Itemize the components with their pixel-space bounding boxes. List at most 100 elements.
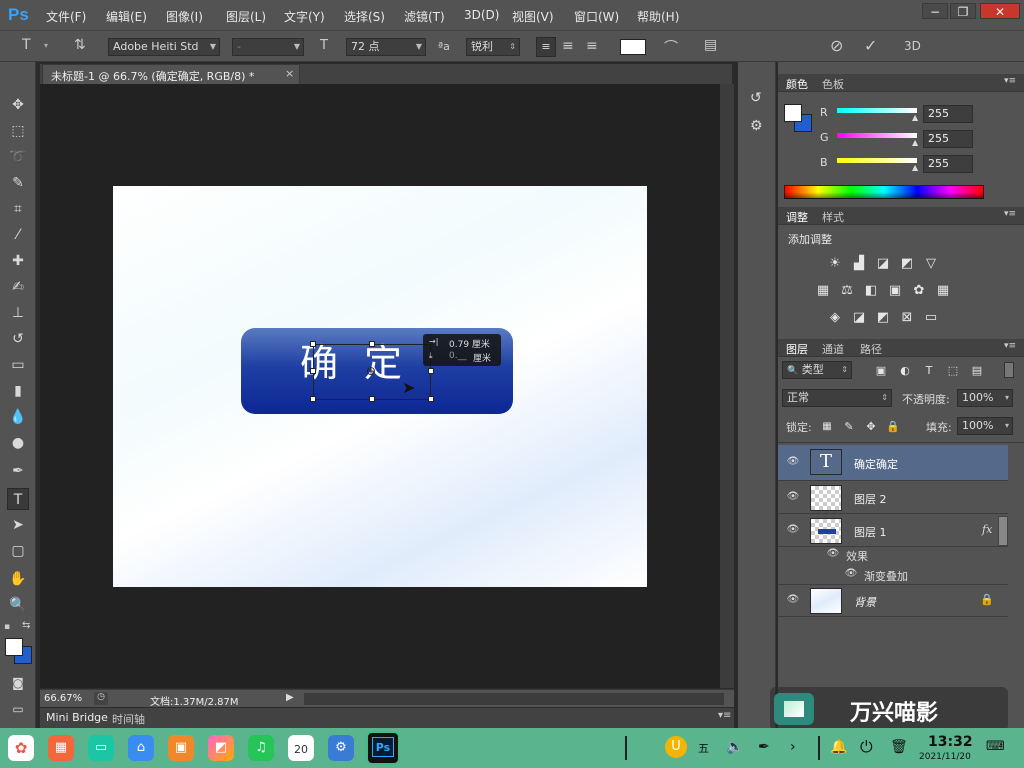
layer-row-text[interactable]: 👁 T 确定确定 (778, 445, 1008, 481)
tab-layers[interactable]: 图层 (786, 341, 808, 357)
power-icon[interactable]: ⏻ (860, 737, 873, 757)
red-value-field[interactable]: 255 (923, 105, 973, 123)
menu-edit[interactable]: 编辑(E) (106, 8, 147, 25)
music-app-icon[interactable]: ♫ (248, 735, 274, 761)
menu-layer[interactable]: 图层(L) (226, 8, 266, 25)
layer-row-empty[interactable]: 👁 图层 2 (778, 482, 1008, 514)
lock-all-icon[interactable]: 🔒 (884, 419, 902, 435)
posterize-icon[interactable]: ◪ (850, 310, 868, 326)
channel-mixer-icon[interactable]: ✿ (910, 283, 928, 299)
dodge-tool-icon[interactable]: ● (7, 432, 29, 454)
screen-mode-icon[interactable]: ▭ (7, 698, 29, 720)
layers-panel-menu-icon[interactable]: ▾≡ (1004, 341, 1016, 351)
filter-type-icon[interactable]: T (920, 363, 938, 379)
selective-color-icon[interactable]: ⊠ (898, 310, 916, 326)
history-icon[interactable]: ↺ (750, 90, 762, 106)
menu-type[interactable]: 文字(Y) (284, 8, 325, 25)
photo-filter-icon[interactable]: ▣ (886, 283, 904, 299)
gradient-overlay-row[interactable]: 👁 渐变叠加 (778, 565, 1008, 585)
layers-scrollbar-thumb[interactable] (998, 516, 1008, 546)
menu-window[interactable]: 窗口(W) (574, 8, 619, 25)
brightness-contrast-icon[interactable]: ☀ (826, 256, 844, 272)
tab-mini-bridge[interactable]: Mini Bridge (46, 711, 108, 724)
pen-icon[interactable]: ✒ (758, 739, 770, 755)
notifications-icon[interactable]: 🔔 (830, 739, 847, 755)
layer-row-background[interactable]: 👁 背景 🔒 (778, 585, 1008, 617)
color-panel-foreground-swatch[interactable] (784, 104, 802, 122)
green-slider-thumb-icon[interactable]: ▲ (912, 138, 918, 147)
red-slider[interactable] (837, 108, 917, 113)
handle-bottom-left[interactable] (310, 396, 316, 402)
actions-icon[interactable]: ⚙ (750, 118, 763, 134)
levels-icon[interactable]: ▟ (850, 256, 868, 272)
clock-time[interactable]: 13:32 (928, 734, 973, 750)
pen-tool-icon[interactable]: ✒ (7, 460, 29, 482)
hand-tool-icon[interactable]: ✋ (7, 568, 29, 590)
visibility-eye-icon[interactable]: 👁 (786, 524, 800, 535)
file-manager-icon[interactable]: ▭ (88, 735, 114, 761)
zoom-tool-icon[interactable]: 🔍 (7, 594, 29, 616)
hue-saturation-icon[interactable]: ▦ (814, 283, 832, 299)
healing-brush-tool-icon[interactable]: ✚ (7, 250, 29, 272)
menu-image[interactable]: 图像(I) (166, 8, 203, 25)
status-info-icon[interactable]: ◷ (94, 692, 108, 705)
adjustments-panel-menu-icon[interactable]: ▾≡ (1004, 209, 1016, 219)
green-slider[interactable] (837, 133, 917, 138)
ime-mode-indicator[interactable]: 五 (698, 740, 709, 756)
blue-value-field[interactable]: 255 (923, 155, 973, 173)
effect-eye-icon[interactable]: 👁 (844, 568, 858, 579)
blue-slider-thumb-icon[interactable]: ▲ (912, 163, 918, 172)
vertical-scrollbar[interactable] (720, 84, 734, 688)
exposure-icon[interactable]: ◩ (898, 256, 916, 272)
brush-tool-icon[interactable]: ✍ (7, 276, 29, 298)
marquee-tool-icon[interactable]: ⬚ (7, 120, 29, 142)
app-store-icon[interactable]: ⌂ (128, 735, 154, 761)
text-color-swatch[interactable] (620, 39, 646, 55)
ime-logo-icon[interactable]: U (665, 736, 687, 758)
layer-filter-select[interactable]: 🔍 类型 ⇕ (782, 361, 852, 379)
type-tool-preset-icon[interactable]: T (22, 37, 31, 53)
tab-paths[interactable]: 路径 (860, 341, 882, 357)
filter-toggle[interactable] (1004, 362, 1014, 378)
gradient-map-icon[interactable]: ▭ (922, 310, 940, 326)
green-value-field[interactable]: 255 (923, 130, 973, 148)
shopping-app-icon[interactable]: ▣ (168, 735, 194, 761)
lasso-tool-icon[interactable]: ➰ (7, 146, 29, 168)
handle-top-middle[interactable] (369, 341, 375, 347)
tab-timeline[interactable]: 时间轴 (112, 711, 145, 727)
status-menu-arrow-icon[interactable]: ▶ (286, 692, 294, 703)
trash-icon[interactable]: 🗑 (890, 739, 908, 755)
panel-menu-icon[interactable]: ▾≡ (718, 710, 731, 721)
tab-adjustments[interactable]: 调整 (786, 209, 808, 225)
font-style-select[interactable]: - ▼ (232, 38, 304, 56)
quick-mask-icon[interactable]: ◙ (7, 672, 29, 694)
handle-middle-left[interactable] (310, 368, 316, 374)
blur-tool-icon[interactable]: 💧 (7, 406, 29, 428)
commit-icon[interactable]: ✓ (864, 36, 877, 55)
clone-stamp-tool-icon[interactable]: ⊥ (7, 302, 29, 324)
font-size-select[interactable]: 72 点 ▼ (346, 38, 426, 56)
lock-transparent-icon[interactable]: ▦ (818, 419, 836, 435)
menu-file[interactable]: 文件(F) (46, 8, 86, 25)
blend-mode-select[interactable]: 正常 ⇕ (782, 389, 892, 407)
tab-color[interactable]: 颜色 (786, 76, 808, 92)
horizontal-scrollbar[interactable] (304, 693, 724, 705)
handle-bottom-right[interactable] (428, 396, 434, 402)
lock-position-icon[interactable]: ✥ (862, 419, 880, 435)
photos-app-icon[interactable]: ◩ (208, 735, 234, 761)
color-balance-icon[interactable]: ⚖ (838, 283, 856, 299)
filter-adjustment-icon[interactable]: ◐ (896, 363, 914, 379)
filter-smart-object-icon[interactable]: ▤ (968, 363, 986, 379)
menu-filter[interactable]: 滤镜(T) (404, 8, 445, 25)
layer-row-button[interactable]: 👁 图层 1 fx (778, 515, 1008, 547)
handle-top-left[interactable] (310, 341, 316, 347)
threshold-icon[interactable]: ◩ (874, 310, 892, 326)
photoshop-taskbar-icon[interactable]: Ps (366, 731, 400, 765)
color-panel-menu-icon[interactable]: ▾≡ (1004, 76, 1016, 86)
lock-image-icon[interactable]: ✎ (840, 419, 858, 435)
handle-bottom-middle[interactable] (369, 396, 375, 402)
align-right-icon[interactable]: ≡ (586, 38, 598, 54)
filter-pixel-icon[interactable]: ▣ (872, 363, 890, 379)
red-slider-thumb-icon[interactable]: ▲ (912, 113, 918, 122)
3d-button[interactable]: 3D (904, 39, 921, 53)
